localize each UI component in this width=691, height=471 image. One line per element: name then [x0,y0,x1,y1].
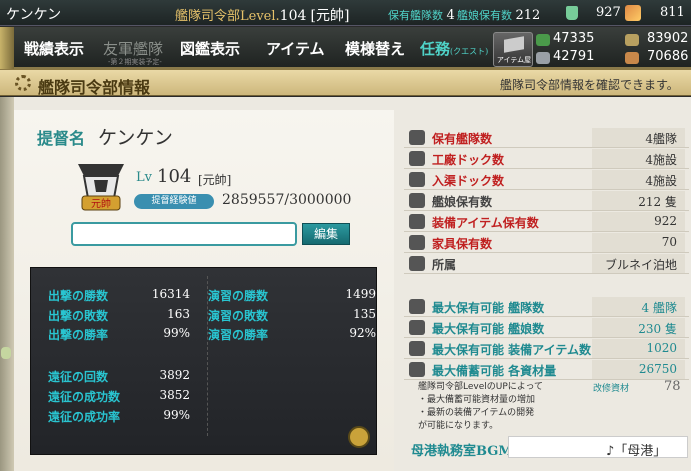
level-label: Lv [136,170,152,185]
storage-icon [409,362,425,377]
sortie-wins-label: 出撃の勝数 [48,289,109,303]
exercise-wins-label: 演習の勝数 [208,289,269,303]
bauxite-icon [625,52,639,64]
limit-row: 最大備蓄可能 各資材量 26750 [404,359,689,380]
ship-count: 艦娘保有数 212 [457,8,541,23]
exp-badge: 提督経験値 [134,194,214,209]
summary-row: 艦娘保有数 212 隻 [404,190,689,211]
admiral-exp: 2859557/3000000 [222,192,352,208]
medal-icon [348,426,370,448]
admiral-name-label: 提督名 [37,129,86,148]
admiral-level: 104 [157,166,192,187]
comment-input[interactable] [71,222,297,246]
expedition-rate-value: 99% [163,408,190,422]
bucket-count: 927 [596,5,621,20]
rank-emblem-text: 元帥 [91,197,111,210]
expedition-count-value: 3892 [159,368,190,382]
development-material-count: 811 [660,5,685,20]
ammo-value: 83902 [647,31,689,46]
shipgirl-icon [409,193,425,208]
exercise-winrate-value: 92% [349,326,376,340]
bgm-value[interactable]: ♪「母港」 [606,440,666,459]
tab-library[interactable]: 図鑑表示 [180,38,240,59]
summary-row: 工廠ドック数 4施設 [404,148,689,169]
improvement-material-label: 改修資材 [593,384,630,394]
limit-row: 最大保有可能 艦娘数 230 隻 [404,317,689,338]
improvement-material-value: 78 [664,379,681,394]
page-notice: 艦隊司令部情報を確認できます。 [500,78,679,92]
exercise-wins-value: 1499 [345,287,376,301]
expedition-success-value: 3852 [159,388,190,402]
summary-row: 入渠ドック数 4施設 [404,169,689,190]
gear-icon [409,151,425,166]
fuel-value: 47335 [553,31,595,46]
summary-row: 所属 ブルネイ泊地 [404,253,689,274]
tab-items[interactable]: アイテム [266,38,325,59]
sortie-losses-value: 163 [167,307,190,321]
base-icon [409,256,425,271]
nav-edge [0,27,14,69]
hq-level: 艦隊司令部Level.104 [元帥] [175,8,350,24]
item-shop-icon [504,36,524,53]
rail-knob [1,347,11,359]
bgm-label: 母港執務室BGM [411,444,513,459]
shipgirl-icon [409,320,425,335]
tab-record[interactable]: 戦績表示 [24,38,84,59]
tab-quest[interactable]: 任務(クエスト) [420,38,488,59]
sortie-winrate-value: 99% [163,326,190,340]
level-up-note: 艦隊司令部LevelのUPによって ・最大備蓄可能資材量の増加 ・最新の装備アイ… [418,382,544,431]
item-shop-button[interactable]: アイテム屋 [493,32,533,67]
section-header: 艦隊司令部情報 艦隊司令部情報を確認できます。 [0,69,691,97]
gear-icon [15,75,31,91]
equipment-icon [409,214,425,229]
fleet-icon [409,299,425,314]
steel-value: 42791 [553,49,595,64]
sortie-losses-label: 出撃の敗数 [48,309,109,323]
friend-fleet-subtitle: -第２期実装予定- [108,58,162,66]
furniture-icon [409,235,425,250]
left-rail [0,97,14,471]
steel-icon [536,52,550,64]
summary-row: 装備アイテム保有数 922 [404,211,689,232]
fuel-icon [536,34,550,46]
player-name: ケンケン [6,7,62,23]
development-material-icon [625,5,641,21]
summary-row: 保有艦隊数 4艦隊 [404,127,689,148]
limit-row: 最大保有可能 装備アイテム数 1020 [404,338,689,359]
bucket-icon [566,6,578,20]
equipment-icon [409,341,425,356]
fleet-count: 保有艦隊数 4 [388,8,455,23]
exercise-losses-value: 135 [353,307,376,321]
bauxite-value: 70686 [647,49,689,64]
summary-row: 家具保有数 70 [404,232,689,253]
edit-button[interactable]: 編集 [302,223,350,245]
exercise-losses-label: 演習の敗数 [208,309,269,323]
rank-emblem-icon: 元帥 [78,164,124,211]
admiral-name: ケンケン [98,127,173,149]
sortie-wins-value: 16314 [151,287,190,301]
fleet-icon [409,130,425,145]
tab-furniture[interactable]: 模様替え [345,38,405,59]
expedition-count-label: 遠征の回数 [48,370,109,384]
expedition-success-label: 遠征の成功数 [48,390,121,404]
admiral-rank: [元帥] [198,173,232,187]
page-title: 艦隊司令部情報 [38,78,151,97]
repair-icon [409,172,425,187]
tab-friend-fleet: 友軍艦隊 [103,40,164,58]
exercise-winrate-label: 演習の勝率 [208,328,269,342]
ammo-icon [625,34,639,46]
limit-row: 最大保有可能 艦隊数 4 艦隊 [404,296,689,317]
expedition-rate-label: 遠征の成功率 [48,410,121,424]
sortie-winrate-label: 出撃の勝率 [48,328,109,342]
top-status-bar: ケンケン 艦隊司令部Level.104 [元帥] 保有艦隊数 4 艦娘保有数 2… [0,0,691,26]
